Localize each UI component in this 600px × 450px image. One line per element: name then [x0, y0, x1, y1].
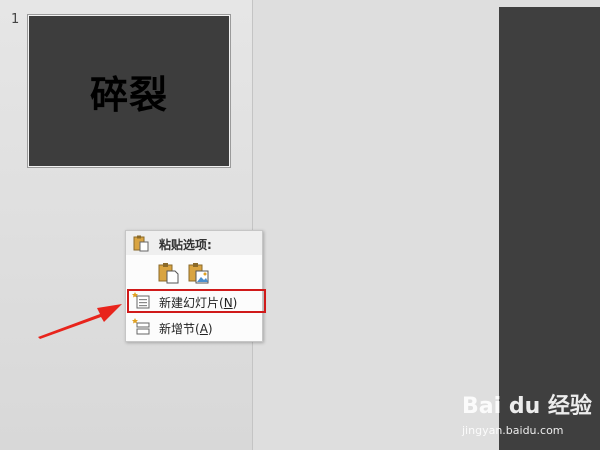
slide-thumbnail-pane: 1 碎裂 — [0, 0, 253, 450]
context-menu: 粘贴选项: 新建幻灯片(N) 新增节(A) — [125, 230, 266, 342]
slide-thumbnail[interactable]: 碎裂 — [28, 15, 230, 167]
watermark-brand: Bai du 经验 — [462, 394, 592, 419]
new-section-label-close: ) — [207, 322, 213, 336]
paste-keep-source-icon[interactable] — [158, 262, 180, 284]
red-arrow-annotation — [38, 304, 122, 339]
paste-as-picture-icon[interactable] — [188, 262, 210, 284]
paste-options-label: 粘贴选项: — [159, 238, 212, 252]
paste-options-header: 粘贴选项: — [126, 231, 262, 255]
new-section-menu-item[interactable]: 新增节(A) — [128, 316, 260, 338]
red-highlight-box — [127, 289, 266, 313]
clipboard-icon — [133, 235, 149, 252]
new-section-accelerator: A — [199, 322, 208, 336]
watermark-url: jingyan.baidu.com — [462, 424, 564, 437]
baidu-watermark: Bai du 经验 jingyan.baidu.com — [458, 380, 600, 450]
slide-number: 1 — [11, 12, 20, 27]
new-section-label: 新增节( — [159, 322, 200, 336]
new-slide-menu-item[interactable]: 新建幻灯片(N) — [127, 289, 266, 313]
new-section-icon — [132, 318, 150, 335]
slide-thumbnail-title: 碎裂 — [89, 72, 168, 117]
